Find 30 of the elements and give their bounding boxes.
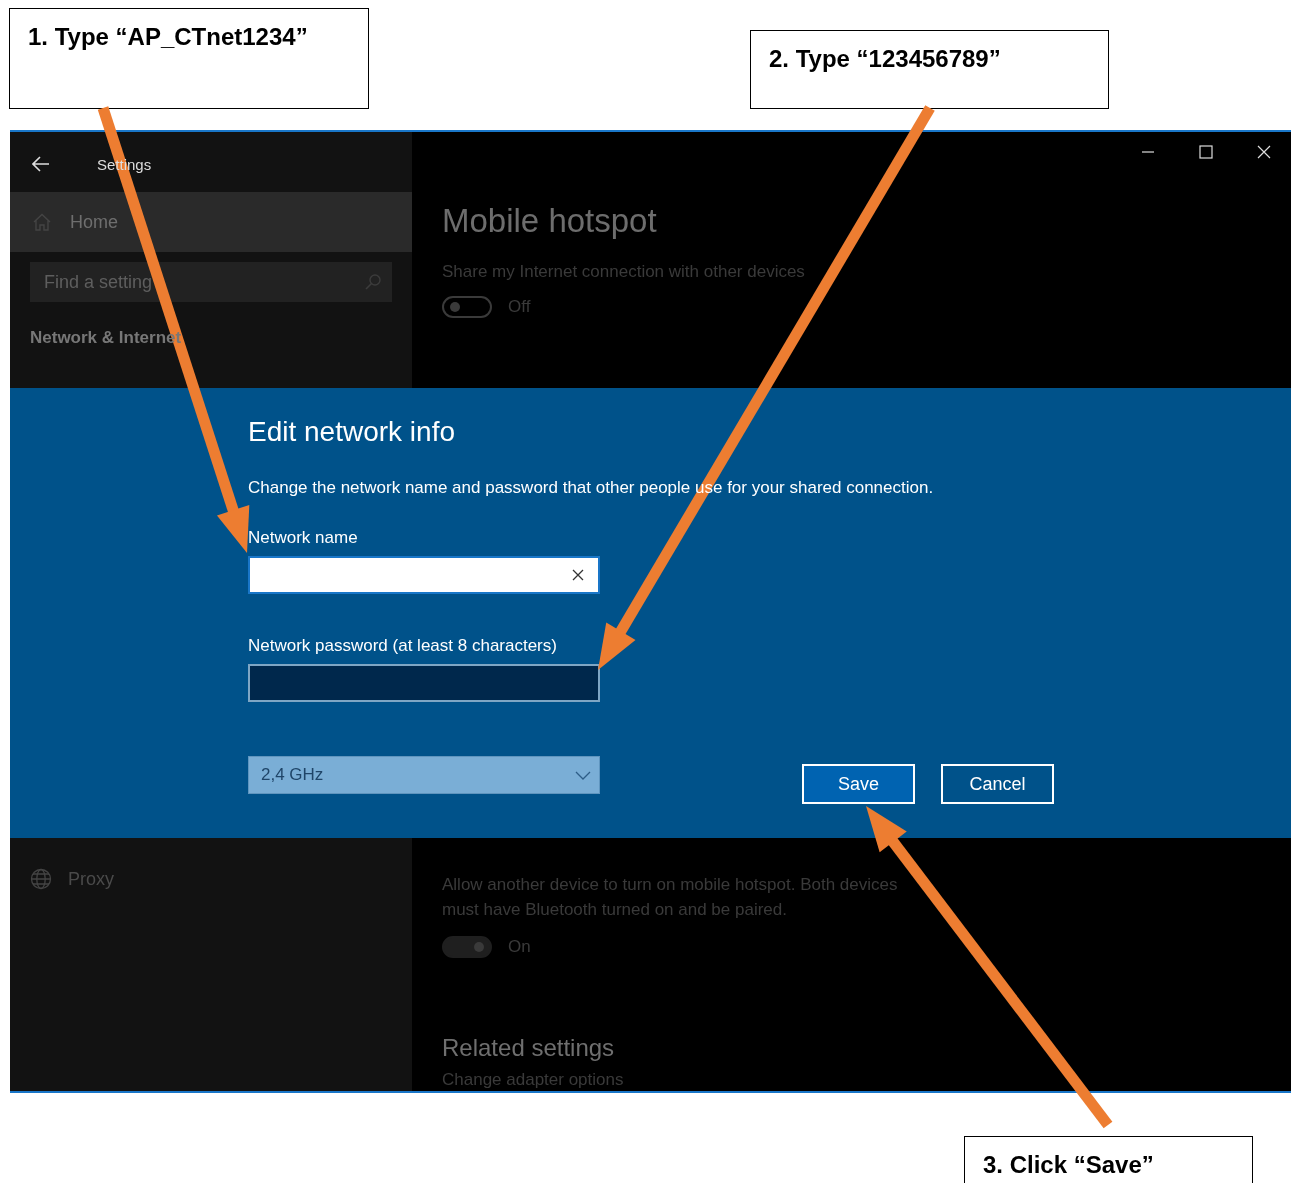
toggle-switch[interactable] bbox=[442, 296, 492, 318]
search-field[interactable]: Find a setting bbox=[30, 262, 392, 302]
section-title: Related settings bbox=[442, 1034, 616, 1062]
field-label: Network name bbox=[248, 528, 359, 548]
search-icon bbox=[364, 273, 382, 291]
globe-icon bbox=[30, 868, 52, 890]
save-button[interactable]: Save bbox=[802, 764, 915, 804]
callout-text: 1. Type “AP_CTnet1234” bbox=[28, 23, 308, 50]
callout-text: 3. Click “Save” bbox=[983, 1151, 1154, 1178]
dialog-description: Change the network name and password that other people use for your shared connection. bbox=[248, 478, 935, 498]
home-icon bbox=[32, 213, 52, 231]
home-item[interactable]: Home bbox=[10, 192, 412, 252]
chevron-icon bbox=[575, 770, 591, 780]
input-field[interactable] bbox=[248, 664, 600, 702]
toggle-state: On bbox=[508, 937, 531, 957]
page-title: Mobile hotspot bbox=[442, 202, 658, 240]
dialog-title: Edit network info bbox=[248, 416, 456, 448]
field-label: Network password (at least 8 characters) bbox=[248, 636, 558, 656]
toggle-switch[interactable] bbox=[442, 936, 492, 958]
input-field[interactable] bbox=[248, 556, 600, 594]
back-icon[interactable] bbox=[32, 156, 50, 172]
cancel-button[interactable]: Cancel bbox=[941, 764, 1054, 804]
toggle-state: Off bbox=[508, 297, 531, 317]
maximize-icon[interactable] bbox=[1199, 145, 1213, 159]
setting-description: Allow another device to turn on mobile hotspot. Both devices must have Bluetooth turned on and be paired. bbox=[442, 874, 899, 921]
setting-label: Share my Internet connection with other devices bbox=[442, 262, 806, 282]
clear-icon[interactable] bbox=[572, 569, 584, 581]
callout-text: 2. Type “123456789” bbox=[769, 45, 1001, 72]
close-icon[interactable] bbox=[1257, 145, 1271, 159]
band-dropdown[interactable]: 2,4 GHz bbox=[248, 756, 600, 794]
